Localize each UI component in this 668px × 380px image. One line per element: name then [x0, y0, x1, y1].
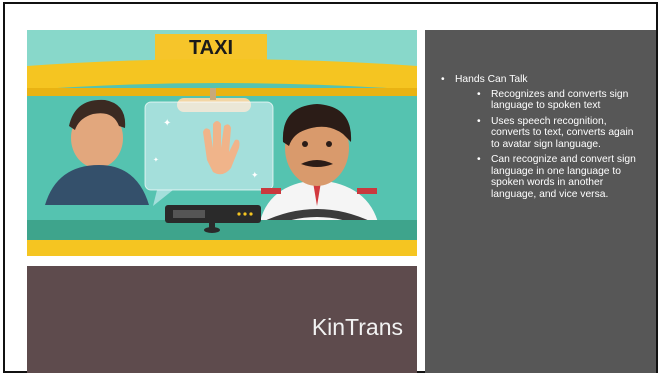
sub-bullet-item: Recognizes and converts sign language to… — [469, 89, 648, 112]
svg-text:✦: ✦ — [163, 118, 171, 129]
bullet-heading: Hands Can Talk — [455, 74, 528, 85]
taxi-illustration-svg: TAXI ✦ ✦ ✦ — [27, 30, 417, 256]
taxi-sign-text: TAXI — [189, 37, 233, 59]
slide-title: KinTrans — [311, 314, 403, 340]
bullet-list: Hands Can Talk Recognizes and converts s… — [441, 74, 648, 200]
presentation-slide: TAXI ✦ ✦ ✦ KinTrans • Hands Can Talk • R… — [3, 2, 658, 373]
svg-text:✦: ✦ — [153, 156, 159, 164]
bullet-item: Hands Can Talk Recognizes and converts s… — [441, 74, 648, 200]
sub-bullet-item: Can recognize and convert sign language … — [469, 154, 648, 200]
sub-bullet-list: Recognizes and converts sign language to… — [455, 89, 648, 201]
taxi-illustration: TAXI ✦ ✦ ✦ — [27, 30, 417, 256]
title-panel: KinTrans — [27, 266, 417, 373]
sub-bullet-item: Uses speech recognition, converts to tex… — [469, 116, 648, 151]
bullet-panel: Hands Can Talk Recognizes and converts s… — [425, 30, 656, 373]
svg-text:✦: ✦ — [251, 170, 259, 180]
